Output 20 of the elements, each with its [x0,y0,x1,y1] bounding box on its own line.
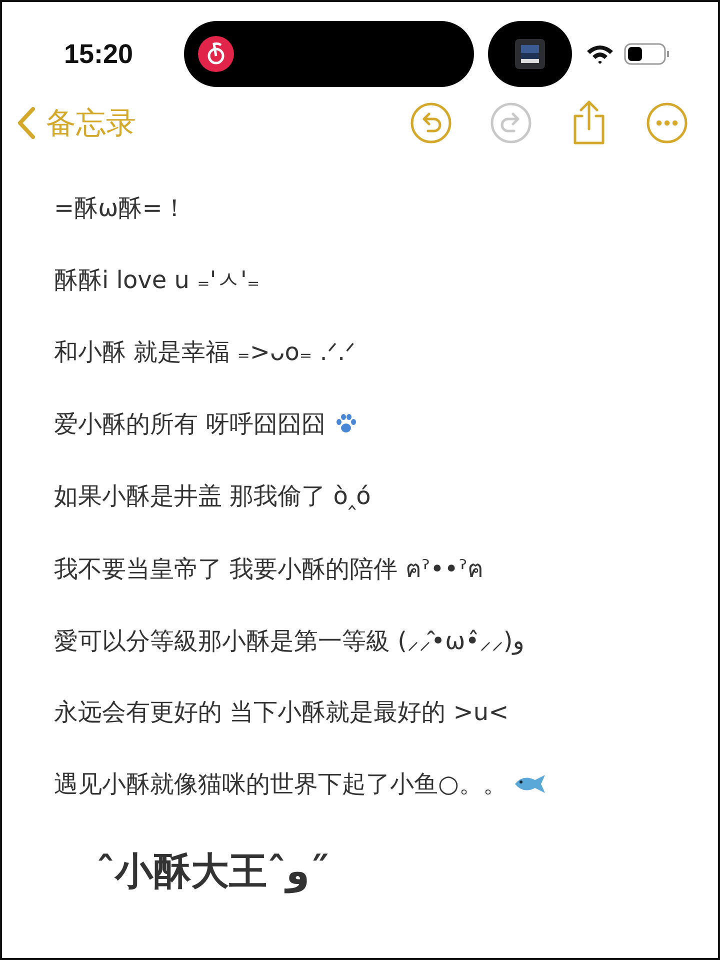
note-line: 爱小酥的所有 呀呼囧囧囧 [54,409,326,440]
paw-icon [334,413,358,435]
battery-icon [624,43,670,65]
wifi-icon [586,43,614,65]
back-button[interactable]: 备忘录 [16,102,136,144]
fish-icon [512,772,547,796]
undo-button[interactable] [410,102,452,144]
signature-text: ˆ小酥大王ˆو˝ [96,848,330,896]
note-line: 愛可以分等級那小酥是第一等級 (⸝⸝̂•ω•̂⸝⸝)و [54,626,524,657]
chevron-left-icon [16,106,36,140]
note-line: 如果小酥是井盖 那我偷了 ò‸ó [54,481,371,512]
note-line: 和小酥 就是幸福 ₌>ᴗo₌ .ᐟ.ᐟ [54,337,356,368]
note-line: 酥酥i love u ₌'ㅅ'₌ [54,265,260,296]
more-button[interactable] [646,102,688,144]
note-line: 我不要当皇帝了 我要小酥的陪伴 ฅˀ••ˀฅ [54,554,484,584]
note-line: =酥ω酥=！ [54,193,186,224]
note-line: 永远会有更好的 当下小酥就是最好的 >u< [54,697,509,728]
music-app-icon[interactable] [198,36,234,72]
note-line: 遇见小酥就像猫咪的世界下起了小鱼○。。 [54,769,507,800]
status-time: 15:20 [64,38,134,70]
